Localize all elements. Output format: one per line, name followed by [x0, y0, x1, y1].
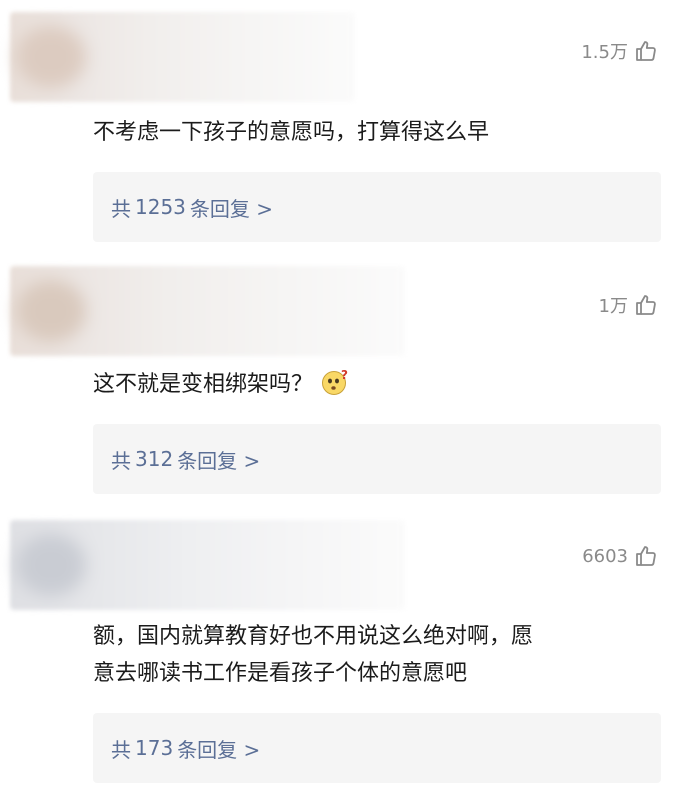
comment-text: 不考虑一下孩子的意愿吗，打算得这么早 — [93, 120, 490, 145]
like-count: 6603 — [582, 545, 628, 567]
comment-text-line-2: 意去哪读书工作是看孩子个体的意愿吧 — [93, 661, 468, 686]
view-replies-button[interactable]: 共 312 条回复 > — [93, 424, 661, 494]
thumbs-up-icon — [636, 41, 656, 61]
svg-text:?: ? — [341, 368, 348, 382]
comment-text-line-1: 额，国内就算教育好也不用说这么绝对啊，愿 — [93, 624, 534, 649]
like-button[interactable]: 1.5万 — [581, 38, 658, 64]
blurred-user-header — [10, 520, 405, 610]
view-replies-button[interactable]: 共 1253 条回复 > — [93, 172, 661, 242]
like-button[interactable]: 6603 — [582, 544, 658, 568]
reply-count: 173 — [135, 736, 174, 760]
reply-count: 312 — [135, 447, 174, 471]
like-button[interactable]: 1万 — [599, 292, 658, 318]
comment-text: 额，国内就算教育好也不用说这么绝对啊，愿 意去哪读书工作是看孩子个体的意愿吧 — [93, 618, 660, 692]
comment-text: 这不就是变相绑架吗？ ? — [93, 368, 348, 397]
blurred-user-header — [10, 266, 405, 356]
reply-count: 1253 — [135, 195, 186, 219]
thumbs-up-icon — [636, 295, 656, 315]
like-count: 1万 — [598, 296, 628, 317]
like-count: 1.5万 — [581, 42, 628, 63]
view-replies-button[interactable]: 共 173 条回复 > — [93, 713, 661, 783]
thumbs-up-icon — [636, 546, 656, 566]
thinking-face-question-icon: ? — [322, 368, 348, 395]
blurred-user-header — [10, 12, 355, 102]
